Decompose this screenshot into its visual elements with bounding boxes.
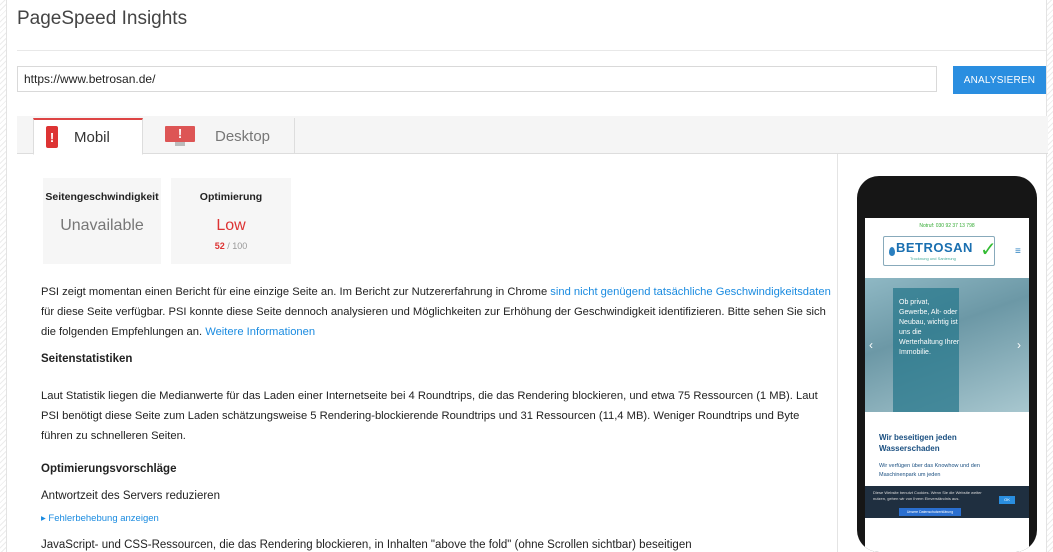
preview-cookie-ok: OK — [999, 496, 1015, 504]
stats-paragraph: Laut Statistik liegen die Medianwerte fü… — [41, 390, 818, 442]
intro-text-1: PSI zeigt momentan einen Bericht für ein… — [41, 286, 551, 298]
device-tabs: ! Mobil Desktop — [17, 116, 1048, 155]
more-info-link[interactable]: Weitere Informationen — [205, 326, 315, 338]
preview-logo-text: BETROSAN — [896, 240, 973, 255]
preview-hero: Ob privat, Gewerbe, Alt- oder Neubau, wi… — [865, 278, 1029, 412]
preview-phone-number: Notruf: 030 92 37 13 798 — [919, 223, 975, 229]
optimization-suggestions-heading: Optimierungsvorschläge — [41, 463, 177, 475]
mobile-preview: Notruf: 030 92 37 13 798 BETROSAN Trockn… — [857, 176, 1037, 552]
optimization-score-max: / 100 — [227, 241, 248, 251]
optimization-score-number: 52 — [214, 241, 225, 251]
tab-mobile-label: Mobil — [74, 128, 110, 146]
show-fix-link[interactable]: ▸ Fehlerbehebung anzeigen — [41, 513, 159, 524]
stats-heading: Seitenstatistiken — [41, 353, 133, 365]
optimization-heading: Optimierung — [199, 191, 263, 203]
phone-alert-icon: ! — [46, 126, 58, 148]
analyze-button[interactable]: ANALYSIEREN — [953, 66, 1046, 94]
water-drop-icon — [889, 247, 895, 256]
preview-cookie-text: Diese Website benutzt Cookies. Wenn Sie … — [873, 490, 982, 501]
preview-logo-subtitle: Trocknung und Sanierung — [910, 256, 956, 261]
optimization-value: Low — [216, 217, 246, 234]
speed-heading: Seitengeschwindigkeit — [45, 191, 159, 203]
intro-text-2: für diese Seite verfügbar. PSI konnte di… — [41, 306, 826, 338]
optimization-score: 52 / 100 — [171, 241, 291, 251]
optimization-score-card: Optimierung Low 52 / 100 — [171, 178, 291, 264]
tab-desktop[interactable]: Desktop — [157, 118, 295, 154]
field-data-link[interactable]: sind nicht genügend tatsächliche Geschwi… — [550, 286, 831, 298]
rule-server-response[interactable]: Antwortzeit des Servers reduzieren — [41, 490, 220, 502]
preview-privacy-button: Unsere Datenschutzerklärung — [899, 508, 961, 516]
checkmark-icon: ✓ — [980, 239, 997, 261]
preview-cookie-banner: Diese Website benutzt Cookies. Wenn Sie … — [865, 486, 1029, 518]
monitor-alert-icon — [165, 126, 195, 146]
preview-hero-text: Ob privat, Gewerbe, Alt- oder Neubau, wi… — [899, 299, 960, 356]
hamburger-menu-icon: ≡ — [1015, 246, 1021, 257]
speed-score-card: Seitengeschwindigkeit Unavailable — [43, 178, 161, 264]
preview-paragraph: Wir verfügen über das Knowhow und den Ma… — [879, 463, 980, 478]
preview-heading: Wir beseitigen jeden Wasserschaden — [879, 433, 957, 453]
intro-paragraph: PSI zeigt momentan einen Bericht für ein… — [41, 282, 831, 342]
url-input[interactable] — [17, 66, 937, 92]
chevron-left-icon: ‹ — [869, 338, 873, 352]
content-divider — [837, 154, 838, 552]
title-divider — [17, 50, 1046, 51]
tab-mobile[interactable]: ! Mobil — [33, 118, 143, 155]
page: PageSpeed Insights ANALYSIEREN ! Mobil D… — [6, 0, 1048, 552]
app-title: PageSpeed Insights — [17, 8, 188, 29]
preview-logo: BETROSAN Trocknung und Sanierung ✓ — [883, 236, 997, 266]
chevron-right-icon: › — [1017, 338, 1021, 352]
mobile-preview-screen: Notruf: 030 92 37 13 798 BETROSAN Trockn… — [865, 218, 1029, 552]
rule-render-blocking[interactable]: JavaScript- und CSS-Ressourcen, die das … — [41, 539, 692, 551]
speed-value: Unavailable — [60, 217, 144, 234]
tab-desktop-label: Desktop — [215, 127, 271, 145]
